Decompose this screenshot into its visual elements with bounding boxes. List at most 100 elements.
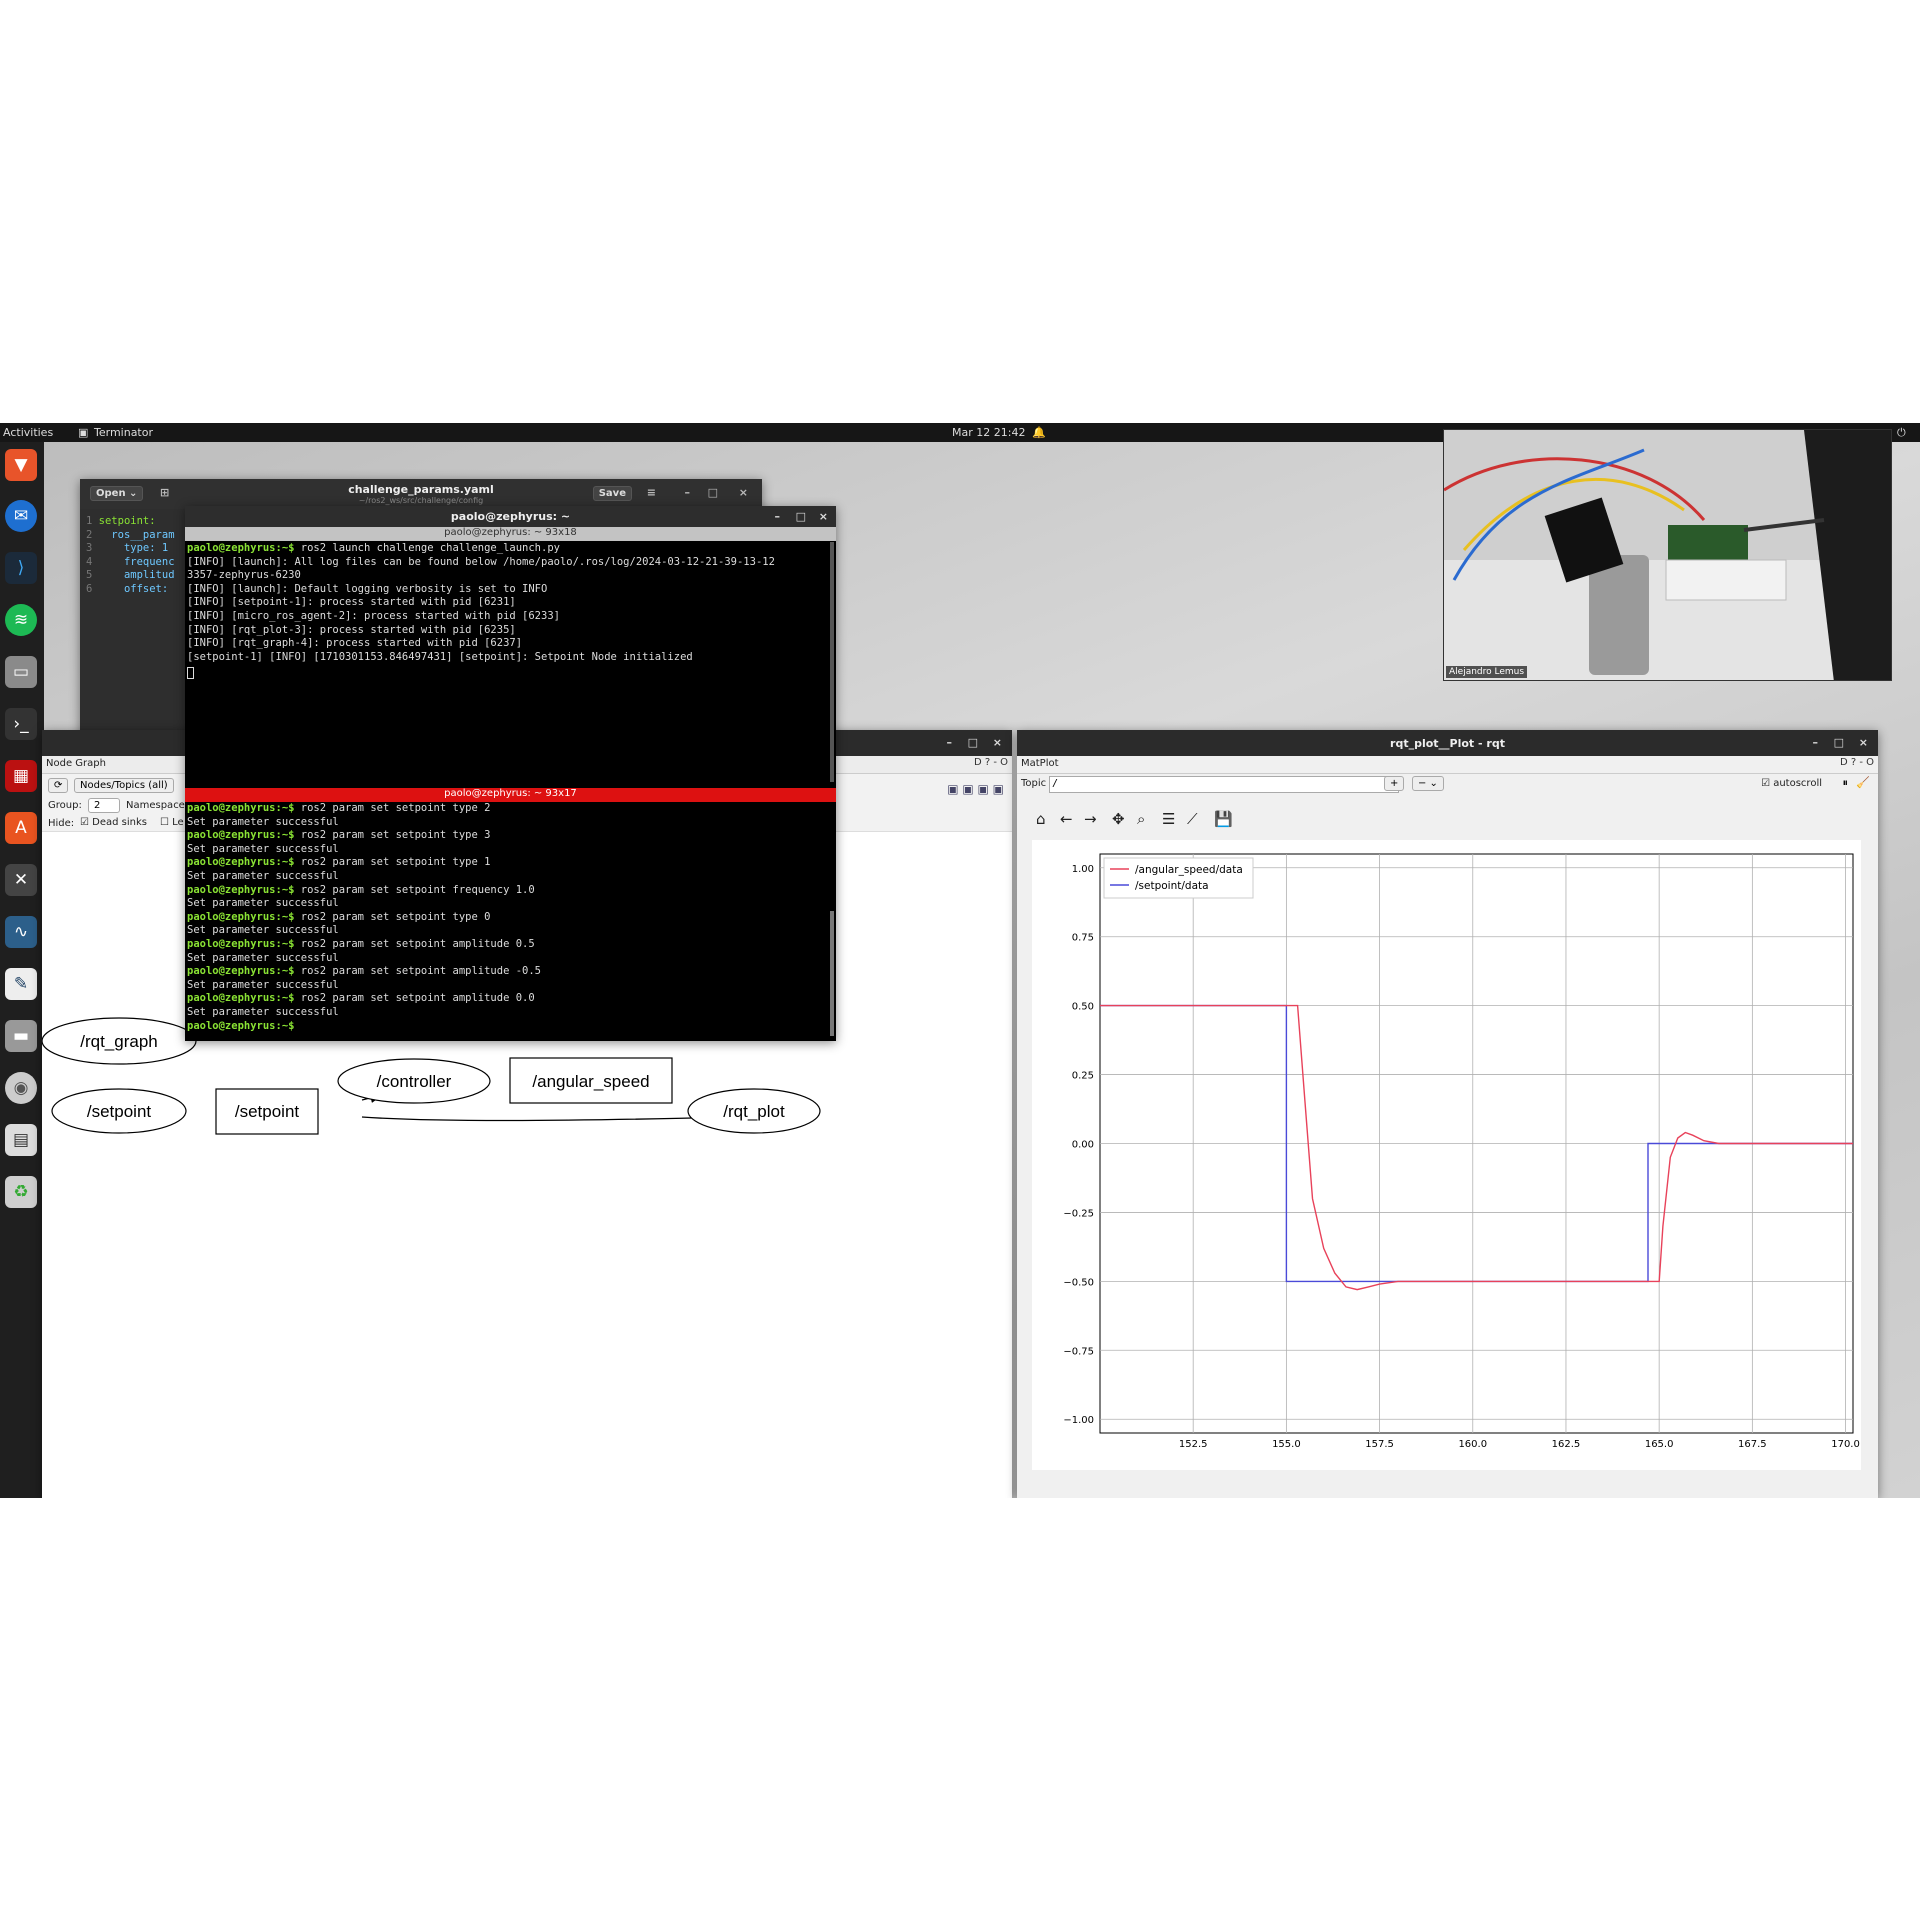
terminal-line: [INFO] [micro_ros_agent-2]: process star… — [187, 610, 828, 624]
forward-icon[interactable]: → — [1084, 810, 1097, 828]
y-tick-label: 0.00 — [1072, 1140, 1094, 1151]
pane1-output[interactable]: paolo@zephyrus:~$ ros2 launch challenge … — [187, 542, 828, 785]
minimize-icon[interactable]: – — [1813, 736, 1819, 749]
floppy-icon[interactable]: ▤ — [5, 1124, 37, 1156]
terminal-line: paolo@zephyrus:~$ ros2 param set setpoin… — [187, 911, 828, 925]
shell-prompt: paolo@zephyrus:~$ — [187, 910, 295, 923]
home-icon[interactable]: ⌂ — [1036, 810, 1046, 828]
minimize-icon[interactable]: – — [775, 510, 781, 523]
zoom-icon[interactable]: ⌕ — [1137, 810, 1145, 828]
configure-icon[interactable]: ☰ — [1162, 810, 1175, 828]
text-editor-icon[interactable]: ✎ — [5, 968, 37, 1000]
minimize-icon[interactable]: – — [685, 486, 691, 499]
terminator-window: paolo@zephyrus: ~ – □ × paolo@zephyrus: … — [185, 506, 836, 1041]
close-icon[interactable]: × — [993, 736, 1002, 749]
menu-icon[interactable]: ≡ — [647, 486, 656, 499]
maximize-icon[interactable]: □ — [796, 510, 806, 523]
topic-input[interactable]: / — [1049, 776, 1399, 793]
remove-topic-button[interactable]: − ⌄ — [1412, 776, 1444, 791]
back-icon[interactable]: ← — [1060, 810, 1073, 828]
clock[interactable]: Mar 12 21:42 — [952, 426, 1025, 439]
terminal-line: [INFO] [rqt_plot-3]: process started wit… — [187, 624, 828, 638]
maximize-icon[interactable]: □ — [968, 736, 978, 749]
maximize-icon[interactable]: □ — [708, 486, 718, 499]
autoscroll-checkbox[interactable]: ☑ autoscroll — [1761, 778, 1822, 789]
topic-label: Topic — [1021, 778, 1047, 789]
terminal-line: Set parameter successful — [187, 1006, 828, 1020]
terminal-line: [setpoint-1] [INFO] [1710301153.84649743… — [187, 651, 828, 665]
clear-icon[interactable]: 🧹 — [1856, 776, 1870, 789]
activities-button[interactable]: Activities — [3, 426, 53, 439]
files-icon[interactable]: ▭ — [5, 656, 37, 688]
close-icon[interactable]: × — [739, 486, 748, 499]
panel-controls-icon[interactable]: D ? - O — [974, 757, 1008, 768]
matplotlib-toolbar: ⌂ ← → ✥ ⌕ ☰ ⟋ 💾 — [1032, 810, 1252, 834]
group-spinbox[interactable]: 2 — [88, 798, 120, 813]
x-tick-label: 170.0 — [1831, 1439, 1860, 1450]
terminal-cursor — [187, 667, 194, 680]
brave-browser-icon[interactable]: ▼ — [5, 449, 37, 481]
refresh-icon[interactable]: ⟳ — [48, 778, 69, 793]
terminal-line: Set parameter successful — [187, 843, 828, 857]
pan-icon[interactable]: ✥ — [1112, 810, 1125, 828]
close-icon[interactable]: × — [819, 510, 828, 523]
trash-icon[interactable]: ♻ — [5, 1176, 37, 1208]
terminal-text: [INFO] [launch]: Default logging verbosi… — [187, 582, 548, 595]
shell-prompt: paolo@zephyrus:~$ — [187, 856, 295, 869]
editor-line: 5 amplitud — [86, 569, 175, 583]
webcam-scene — [1444, 430, 1891, 680]
panel-controls-icon[interactable]: D ? - O — [1840, 757, 1874, 768]
y-tick-label: −1.00 — [1063, 1415, 1094, 1426]
vscode-icon[interactable]: ⟩ — [5, 552, 37, 584]
terminal-text: ros2 param set setpoint frequency 1.0 — [294, 883, 535, 896]
line-number: 4 — [86, 555, 93, 568]
plot-window-title: rqt_plot__Plot - rqt — [1390, 737, 1505, 750]
rqt-plot-window: rqt_plot__Plot - rqt – □ × MatPlot D ? -… — [1017, 730, 1878, 1498]
leaf-topics-checkbox[interactable]: ☐ Le — [160, 817, 184, 828]
pause-icon[interactable]: ⏸ — [1843, 776, 1849, 790]
editor-line: 6 offset: — [86, 583, 175, 597]
terminal-text: ros2 param set setpoint amplitude -0.5 — [294, 965, 542, 978]
terminal-line: paolo@zephyrus:~$ ros2 param set setpoin… — [187, 965, 828, 979]
shell-prompt: paolo@zephyrus:~$ — [187, 829, 295, 842]
app-menu[interactable]: Terminator — [94, 426, 153, 439]
terminator-icon[interactable]: ▦ — [5, 760, 37, 792]
pane2-scrollbar[interactable] — [830, 911, 834, 1036]
dead-sinks-checkbox[interactable]: ☑ Dead sinks — [80, 817, 147, 828]
pane1-scrollbar[interactable] — [830, 542, 834, 782]
x-tick-label: 157.5 — [1365, 1439, 1394, 1450]
view-mode-select[interactable]: Nodes/Topics (all) — [74, 778, 174, 793]
node-rqt-plot-label: /rqt_plot — [723, 1102, 785, 1121]
terminal-line: paolo@zephyrus:~$ — [187, 1020, 828, 1034]
axes-edit-icon[interactable]: ⟋ — [1187, 810, 1198, 828]
maximize-icon[interactable]: □ — [1834, 736, 1844, 749]
close-icon[interactable]: × — [1859, 736, 1868, 749]
save-button[interactable]: Save — [592, 486, 632, 501]
terminal-icon[interactable]: ›_ — [5, 708, 37, 740]
pane2-titlebar[interactable]: paolo@zephyrus: ~ 93x17 — [185, 788, 836, 802]
software-center-icon[interactable]: A — [5, 812, 37, 844]
export-icons[interactable]: ▣ ▣ ▣ ▣ — [947, 782, 1004, 796]
editor-title: challenge_params.yaml — [348, 483, 494, 496]
terminal-text: Set parameter successful — [187, 897, 339, 910]
drive-icon[interactable]: ▬ — [5, 1020, 37, 1052]
power-icon[interactable]: ⏻ — [1897, 426, 1906, 440]
plot-canvas[interactable]: 152.5 155.0 157.5 160.0 162.5 165.0 167.5 170.0… — [1032, 840, 1861, 1470]
thunderbird-icon[interactable]: ✉ — [5, 500, 37, 532]
spotify-icon[interactable]: ≋ — [5, 604, 37, 636]
system-monitor-icon[interactable]: ∿ — [5, 916, 37, 948]
minimize-icon[interactable]: – — [947, 736, 953, 749]
plot-window-header: rqt_plot__Plot - rqt – □ × — [1017, 730, 1878, 756]
settings-icon[interactable]: ✕ — [5, 864, 37, 896]
add-topic-button[interactable]: + — [1384, 776, 1405, 791]
pane2-output[interactable]: paolo@zephyrus:~$ ros2 param set setpoin… — [187, 802, 828, 1038]
editor-content[interactable]: 1 setpoint: 2 ros__param 3 type: 14 freque… — [86, 515, 175, 597]
pane1-titlebar[interactable]: paolo@zephyrus: ~ 93x18 — [185, 527, 836, 541]
save-icon[interactable]: 💾 — [1214, 810, 1233, 828]
editor-header: Open ⌄ ⊞ challenge_params.yaml ~/ros2_ws… — [80, 479, 762, 509]
y-tick-label: −0.25 — [1063, 1208, 1094, 1219]
editor-line: 2 ros__param — [86, 529, 175, 543]
x-tick-label: 160.0 — [1458, 1439, 1487, 1450]
disc-icon[interactable]: ◉ — [5, 1072, 37, 1104]
y-tick-label: 0.25 — [1072, 1071, 1094, 1082]
